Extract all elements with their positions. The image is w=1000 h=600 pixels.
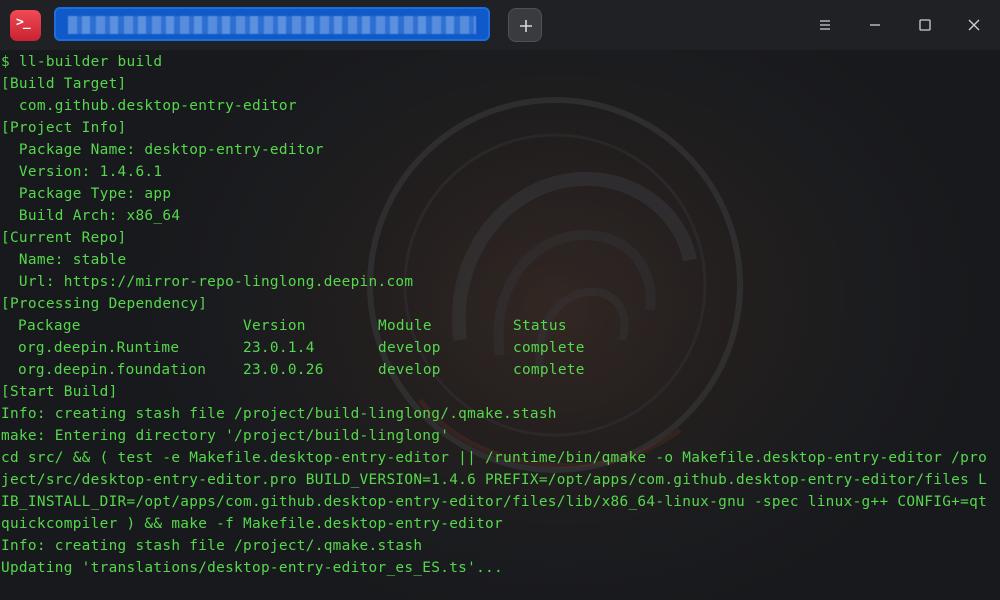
terminal-line: cd src/ && ( test -e Makefile.desktop-en…	[1, 450, 988, 466]
terminal-line: Url: https://mirror-repo-linglong.deepin…	[1, 274, 414, 290]
tab-title	[68, 16, 476, 34]
tab-active[interactable]	[54, 7, 490, 41]
terminal-app-icon: >_	[10, 10, 41, 41]
terminal-line: Updating 'translations/desktop-entry-edi…	[1, 560, 503, 576]
table-cell-status: complete	[513, 362, 585, 378]
new-tab-button[interactable]	[508, 8, 542, 42]
table-cell-version: 23.0.1.4	[243, 340, 315, 356]
minimize-button[interactable]	[862, 12, 888, 38]
terminal-line: Build Arch: x86_64	[1, 208, 181, 224]
terminal-line: Version: 1.4.6.1	[1, 164, 163, 180]
terminal-line: [Processing Dependency]	[1, 296, 208, 312]
table-cell-status: complete	[513, 340, 585, 356]
terminal-line: $ ll-builder build	[1, 54, 163, 70]
plus-icon	[520, 20, 532, 32]
terminal-output[interactable]: $ ll-builder build [Build Target] com.gi…	[0, 51, 1000, 600]
table-cell-package: org.deepin.Runtime	[18, 340, 180, 356]
terminal-line: IB_INSTALL_DIR=/opt/apps/com.github.desk…	[1, 494, 988, 510]
terminal-line: Package Type: app	[1, 186, 172, 202]
terminal-line: Name: stable	[1, 252, 127, 268]
terminal-line: quickcompiler ) && make -f Makefile.desk…	[1, 516, 503, 532]
maximize-icon	[919, 19, 931, 31]
terminal-line: make: Entering directory '/project/build…	[1, 428, 450, 444]
terminal-line: [Current Repo]	[1, 230, 127, 246]
title-bar: >_	[0, 0, 1000, 50]
terminal-line: Package Name: desktop-entry-editor	[1, 142, 324, 158]
terminal-line: ject/src/desktop-entry-editor.pro BUILD_…	[1, 472, 988, 488]
table-cell-version: 23.0.0.26	[243, 362, 324, 378]
menu-button[interactable]	[812, 12, 838, 38]
table-cell-module: develop	[378, 362, 441, 378]
maximize-button[interactable]	[912, 12, 938, 38]
close-icon	[968, 19, 980, 31]
terminal-line: Info: creating stash file /project/.qmak…	[1, 538, 423, 554]
minimize-icon	[870, 24, 880, 26]
table-cell-package: org.deepin.foundation	[18, 362, 207, 378]
close-button[interactable]	[961, 12, 987, 38]
terminal-line: [Project Info]	[1, 120, 127, 136]
terminal-line: [Start Build]	[1, 384, 118, 400]
terminal-line: [Build Target]	[1, 76, 127, 92]
table-header-package: Package	[18, 318, 81, 334]
table-cell-module: develop	[378, 340, 441, 356]
terminal-window: >_ $ ll-builder build [Build Target] com…	[0, 0, 1000, 600]
table-header-module: Module	[378, 318, 432, 334]
table-header-version: Version	[243, 318, 306, 334]
terminal-line: com.github.desktop-entry-editor	[1, 98, 297, 114]
table-header-status: Status	[513, 318, 567, 334]
terminal-line: Info: creating stash file /project/build…	[1, 406, 557, 422]
menu-icon	[820, 20, 830, 30]
